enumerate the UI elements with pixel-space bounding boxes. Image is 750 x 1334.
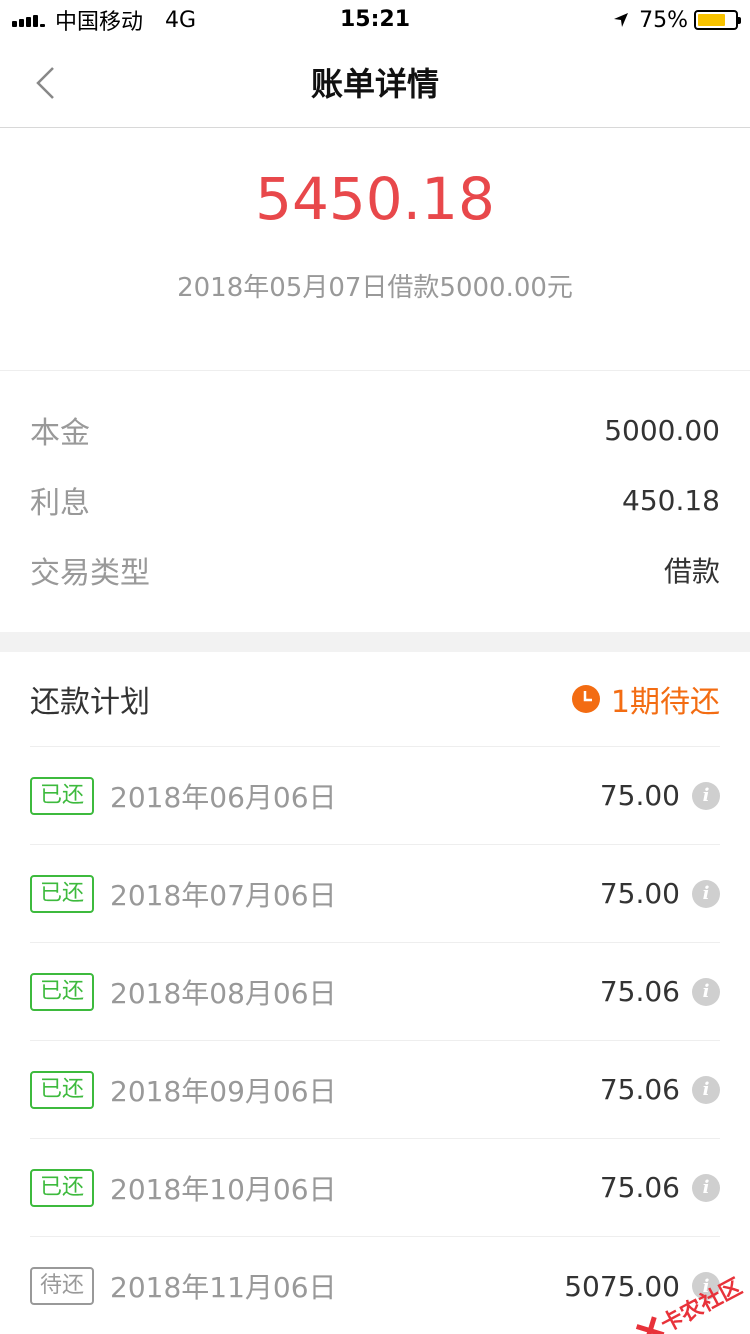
paid-tag: 已还: [30, 972, 95, 1011]
paid-tag: 已还: [30, 874, 95, 913]
plan-date: 2018年07月06日: [110, 878, 337, 912]
plan-date: 2018年10月06日: [110, 1172, 337, 1206]
plan-row[interactable]: 已还 2018年09月06日 75.06 i: [30, 1041, 720, 1139]
plan-date: 2018年11月06日: [110, 1271, 337, 1304]
plan-row[interactable]: 已还 2018年07月06日 75.00 i: [30, 845, 720, 943]
clock-icon: [571, 685, 600, 713]
pending-tag: 待还: [30, 1267, 95, 1305]
info-icon[interactable]: i: [692, 781, 720, 810]
location-arrow-icon: [614, 13, 629, 27]
total-amount: 5450.18: [255, 165, 495, 233]
detail-row-interest: 利息 450.18: [30, 480, 720, 522]
info-icon[interactable]: i: [692, 879, 720, 908]
plan-row[interactable]: 已还 2018年06月06日 75.00 i: [30, 747, 720, 845]
loan-description: 2018年05月07日借款5000.00元: [177, 273, 573, 303]
chevron-left-icon: [36, 67, 54, 99]
bill-summary: 5450.18 2018年05月07日借款5000.00元: [0, 129, 750, 371]
carrier-name: 中国移动: [55, 10, 144, 35]
repayment-plan: 还款计划 1期待还 已还 2018年06月06日 75.00 i 已还 2018…: [0, 652, 750, 1334]
nav-bar: 账单详情: [0, 40, 750, 128]
plan-date: 2018年09月06日: [110, 1074, 337, 1108]
paid-tag: 已还: [30, 1070, 95, 1109]
plan-title: 还款计划: [30, 685, 150, 720]
back-button[interactable]: [20, 58, 70, 108]
info-icon[interactable]: i: [692, 1075, 720, 1104]
signal-icon: [12, 13, 47, 27]
status-bar: 中国移动 4G 15:21 75%: [0, 0, 750, 40]
bill-details: 本金 5000.00 利息 450.18 交易类型 借款: [0, 372, 750, 632]
detail-row-type: 交易类型 借款: [30, 550, 720, 591]
detail-value: 450.18: [622, 483, 720, 517]
status-left: 中国移动 4G: [12, 0, 196, 40]
info-icon[interactable]: i: [692, 1173, 720, 1202]
plan-row[interactable]: 已还 2018年08月06日 75.06 i: [30, 943, 720, 1041]
paid-tag: 已还: [30, 776, 95, 815]
status-right: 75%: [613, 0, 741, 40]
plan-amount: 75.06: [599, 975, 680, 1008]
network-type: 4G: [165, 7, 197, 33]
plan-amount: 75.06: [599, 1073, 680, 1106]
battery-icon: [694, 10, 741, 30]
paid-tag: 已还: [30, 1168, 95, 1207]
detail-label: 本金: [30, 416, 90, 451]
detail-value: 借款: [663, 555, 720, 588]
detail-label: 利息: [30, 486, 90, 521]
plan-date: 2018年06月06日: [110, 780, 337, 814]
detail-value: 5000.00: [604, 413, 720, 447]
plan-amount: 75.00: [599, 877, 680, 910]
plan-row[interactable]: 待还 2018年11月06日 5075.00 i: [30, 1237, 720, 1334]
info-icon[interactable]: i: [692, 977, 720, 1006]
page-title: 账单详情: [310, 65, 439, 103]
plan-amount: 75.00: [599, 779, 680, 812]
plan-header: 还款计划 1期待还: [30, 652, 720, 747]
detail-label: 交易类型: [30, 556, 150, 591]
battery-percent: 75%: [639, 7, 688, 33]
plan-date: 2018年08月06日: [110, 976, 337, 1010]
plan-row[interactable]: 已还 2018年10月06日 75.06 i: [30, 1139, 720, 1237]
plan-amount: 75.06: [599, 1171, 680, 1204]
detail-row-principal: 本金 5000.00: [30, 410, 720, 452]
section-divider: [0, 632, 750, 652]
battery-fill: [698, 14, 725, 26]
plan-status-text: 1期待还: [610, 685, 720, 720]
plan-amount: 5075.00: [564, 1269, 680, 1303]
plan-status: 1期待还: [571, 677, 720, 721]
